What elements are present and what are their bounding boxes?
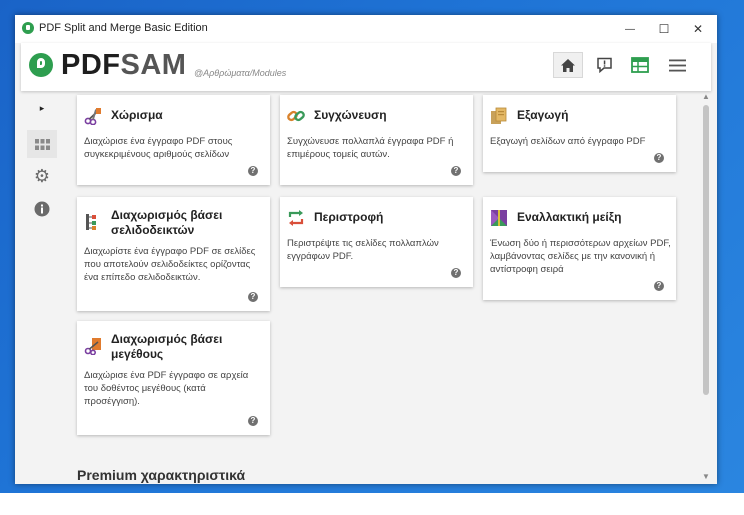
module-description-line3: προσέγγιση). bbox=[84, 396, 140, 407]
module-description-line3: ένα επίπεδο σελιδοδεικτών. bbox=[84, 272, 201, 283]
help-icon[interactable]: ? bbox=[248, 166, 258, 176]
module-description-line2: συγκεκριμένους αριθμούς σελίδων bbox=[84, 149, 230, 160]
module-description-line1: Διαχώρισε ένα PDF έγγραφο σε αρχεία bbox=[84, 370, 249, 381]
module-title-line1: Διαχωρισμός βάσει bbox=[111, 332, 223, 346]
settings-gear-icon: ⚙ bbox=[33, 165, 51, 186]
logo-pdf: PDF bbox=[61, 49, 121, 81]
module-description-line2: που αποτελούν σελιδοδείκτες ορίζοντας bbox=[84, 259, 251, 270]
help-icon[interactable]: ? bbox=[451, 166, 461, 176]
menu-button[interactable] bbox=[662, 52, 692, 78]
module-description-line1: Περιστρέψτε τις σελίδες πολλαπλών bbox=[287, 238, 439, 249]
rotate-arrows-icon bbox=[288, 210, 304, 226]
dashboard-button[interactable] bbox=[625, 52, 655, 78]
help-icon[interactable]: ? bbox=[654, 153, 664, 163]
module-description-line2: επιμέρους τομείς αυτών. bbox=[287, 149, 390, 160]
expand-arrow-icon: ▸ bbox=[39, 102, 45, 113]
module-title-line2: σελιδοδεικτών bbox=[111, 223, 195, 237]
pdfsam-logo-icon bbox=[29, 53, 53, 77]
module-description-line1: Διαχωρίστε ένα έγγραφο PDF σε σελίδες bbox=[84, 246, 256, 257]
module-card-split-size[interactable]: Διαχωρισμός βάσει μεγέθους Διαχώρισε ένα… bbox=[77, 321, 270, 435]
feedback-button[interactable] bbox=[589, 52, 619, 78]
close-button[interactable]: ✕ bbox=[681, 15, 715, 43]
alternate-mix-icon bbox=[491, 210, 507, 226]
scrollbar-thumb[interactable] bbox=[703, 105, 709, 395]
logo-sam: SAM bbox=[120, 49, 187, 81]
module-title-line2: μεγέθους bbox=[111, 347, 164, 361]
bookmark-tree-icon bbox=[86, 214, 96, 230]
minimize-icon: — bbox=[625, 23, 635, 35]
chain-link-icon bbox=[287, 110, 305, 122]
module-card-rotate[interactable]: Περιστροφή Περιστρέψτε τις σελίδες πολλα… bbox=[280, 197, 473, 287]
module-title: Χώρισμα bbox=[111, 108, 163, 122]
title-bar[interactable]: PDF Split and Merge Basic Edition — ☐ ✕ bbox=[15, 15, 717, 43]
maximize-icon: ☐ bbox=[658, 22, 670, 36]
module-title-line1: Διαχωρισμός βάσει bbox=[111, 208, 223, 222]
sidebar: ▸ ⚙ bbox=[21, 91, 65, 484]
info-icon bbox=[34, 201, 50, 217]
module-description-line2: λαμβάνοντας σελίδες με την κανονική ή bbox=[490, 251, 656, 262]
desktop-bottom-strip bbox=[0, 493, 744, 515]
sidebar-expand-button[interactable]: ▸ bbox=[27, 99, 57, 117]
window-title: PDF Split and Merge Basic Edition bbox=[39, 22, 208, 34]
pdfsam-logo-text: PDFSAM bbox=[61, 49, 186, 82]
module-card-alternate-mix[interactable]: Εναλλακτική μείξη Ένωση δύο ή περισσότερ… bbox=[483, 197, 676, 300]
app-window: PDF Split and Merge Basic Edition — ☐ ✕ … bbox=[15, 15, 717, 484]
scroll-up-arrow-icon[interactable]: ▲ bbox=[702, 93, 710, 101]
minimize-button[interactable]: — bbox=[613, 15, 647, 43]
scroll-down-arrow-icon[interactable]: ▼ bbox=[702, 473, 710, 481]
home-icon bbox=[561, 58, 575, 72]
sidebar-item-modules[interactable] bbox=[27, 130, 57, 158]
module-description-line2: του δοθέντος μεγέθους (κατά bbox=[84, 383, 206, 394]
app-logo-icon bbox=[22, 22, 34, 34]
home-button[interactable] bbox=[553, 52, 583, 78]
close-icon: ✕ bbox=[692, 22, 704, 36]
help-icon[interactable]: ? bbox=[248, 292, 258, 302]
dashboard-icon bbox=[631, 57, 649, 73]
module-title: Περιστροφή bbox=[314, 210, 384, 224]
module-description-line1: Εξαγωγή σελίδων από έγγραφο PDF bbox=[490, 136, 646, 147]
breadcrumb: @Αρθρώματα/Modules bbox=[194, 68, 287, 78]
module-card-merge[interactable]: Συγχώνευση Συγχώνευσε πολλαπλά έγγραφα P… bbox=[280, 95, 473, 185]
extract-pages-icon bbox=[491, 107, 507, 124]
vertical-scrollbar[interactable]: ▲ ▼ bbox=[701, 93, 711, 483]
module-title: Συγχώνευση bbox=[314, 108, 387, 122]
module-description-line1: Διαχώρισε ένα έγγραφο PDF στους bbox=[84, 136, 233, 147]
module-description-line2: εγγράφων PDF. bbox=[287, 251, 354, 262]
module-title: Εναλλακτική μείξη bbox=[517, 210, 622, 224]
split-size-icon bbox=[84, 338, 101, 355]
module-card-split[interactable]: Χώρισμα Διαχώρισε ένα έγγραφο PDF στους … bbox=[77, 95, 270, 185]
scissors-icon bbox=[84, 108, 101, 125]
sidebar-item-info[interactable] bbox=[27, 195, 57, 223]
menu-icon bbox=[668, 59, 686, 71]
modules-grid-icon bbox=[34, 138, 50, 150]
help-icon[interactable]: ? bbox=[654, 281, 664, 291]
module-description-line1: Ένωση δύο ή περισσότερων αρχείων PDF, bbox=[490, 238, 671, 249]
module-card-extract[interactable]: Εξαγωγή Εξαγωγή σελίδων από έγγραφο PDF … bbox=[483, 95, 676, 172]
app-header: PDFSAM @Αρθρώματα/Modules bbox=[21, 43, 711, 91]
maximize-button[interactable]: ☐ bbox=[647, 15, 681, 43]
help-icon[interactable]: ? bbox=[248, 416, 258, 426]
module-card-split-bookmarks[interactable]: Διαχωρισμός βάσει σελιδοδεικτών Διαχωρίσ… bbox=[77, 197, 270, 311]
module-description-line1: Συγχώνευσε πολλαπλά έγγραφα PDF ή bbox=[287, 136, 454, 147]
help-icon[interactable]: ? bbox=[451, 268, 461, 278]
module-title: Εξαγωγή bbox=[517, 108, 569, 122]
sidebar-item-settings[interactable]: ⚙ bbox=[27, 162, 57, 190]
module-description-line3: αντίστροφη σειρά bbox=[490, 264, 564, 275]
feedback-icon bbox=[596, 57, 612, 73]
premium-features-heading: Premium χαρακτηριστικά bbox=[77, 467, 246, 483]
